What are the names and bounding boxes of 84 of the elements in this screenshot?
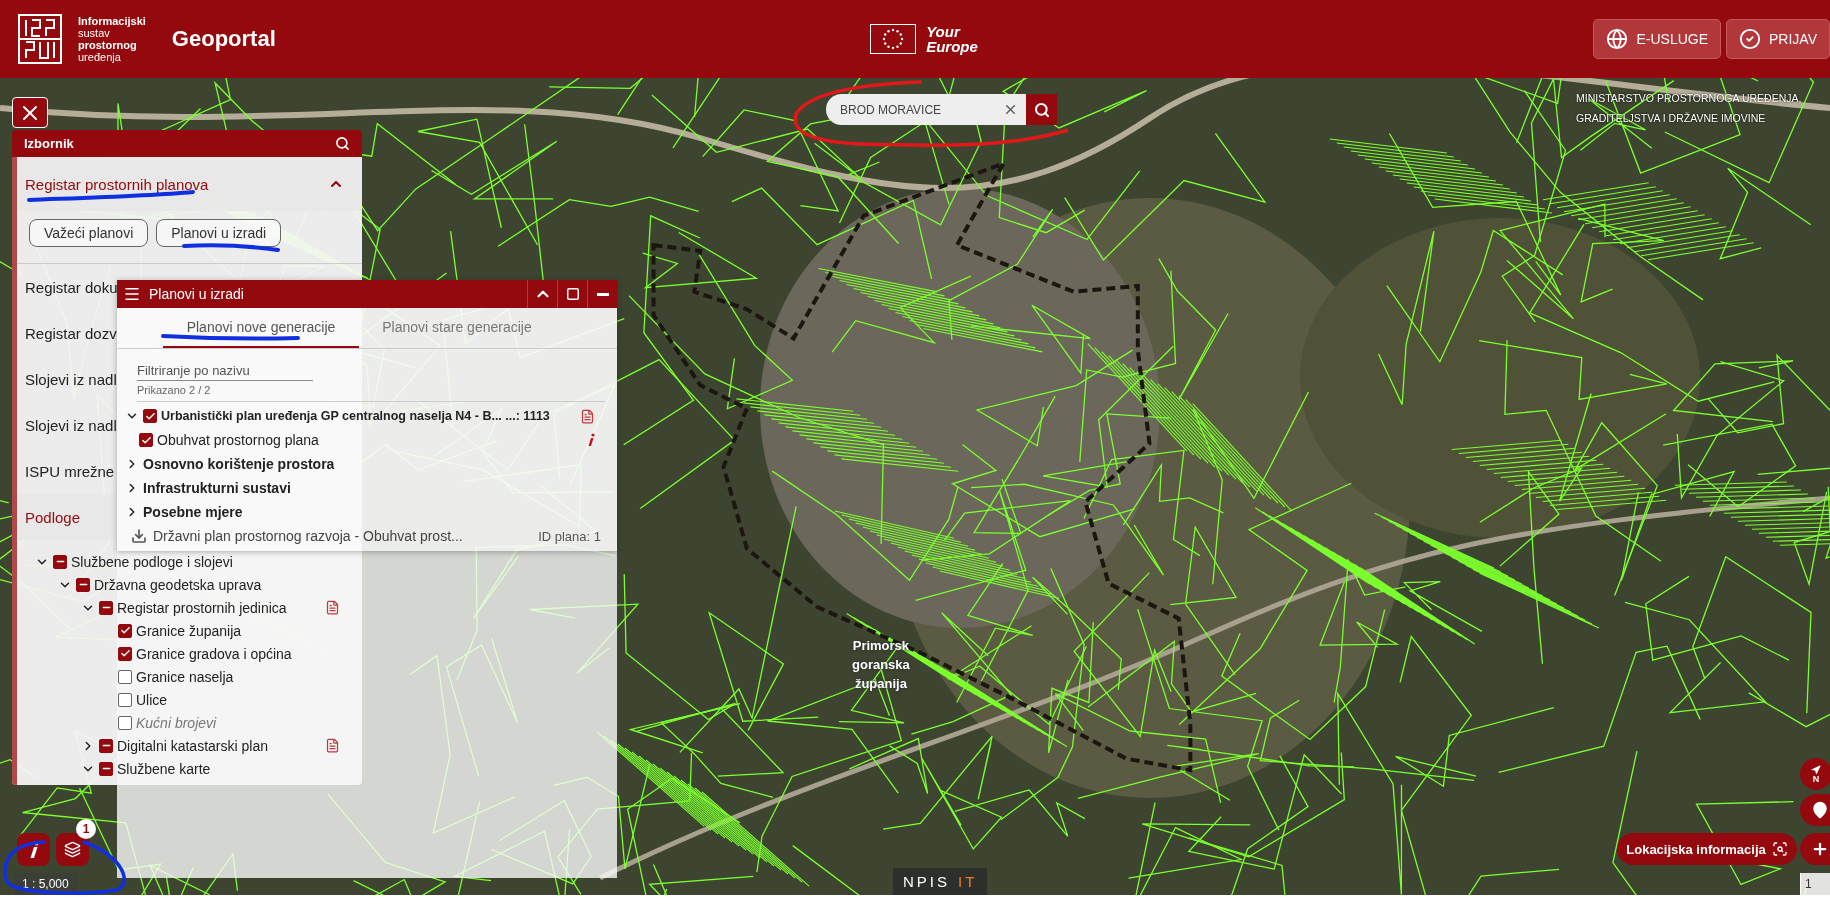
flag-icon xyxy=(870,24,917,54)
window-title: Planovi u izradi xyxy=(149,286,245,302)
clear-icon[interactable] xyxy=(1003,102,1018,117)
tree-item-label[interactable]: Registar prostornih jedinica xyxy=(117,599,321,616)
layer-label[interactable]: Ulice xyxy=(136,691,340,708)
scan-search-icon xyxy=(1771,841,1788,857)
scale-label: 1 xyxy=(1800,873,1830,895)
menu-section[interactable]: Registar prostornih planova xyxy=(17,157,362,211)
plan-name[interactable]: Urbanistički plan uređenja GP centralnog naselja N4 - B... ...: 1113 xyxy=(161,409,576,423)
checkbox[interactable] xyxy=(139,433,153,447)
check-circle-icon xyxy=(1739,28,1761,50)
layer-label[interactable]: Obuhvat prostornog plana xyxy=(157,432,583,448)
check-icon xyxy=(119,625,131,636)
download-icon[interactable] xyxy=(131,528,147,544)
checkbox[interactable] xyxy=(99,600,113,615)
document-icon[interactable] xyxy=(325,738,340,753)
globe-icon xyxy=(1606,28,1629,50)
location-info-button[interactable]: Lokacijska informacija xyxy=(1617,833,1797,865)
tree-item-label[interactable]: Digitalni katastarski plan xyxy=(117,737,321,754)
map-pin-icon xyxy=(1811,801,1829,819)
menu-item[interactable]: Podloge xyxy=(25,508,81,526)
logo-text: Informacijski xyxy=(78,15,146,27)
location-button[interactable] xyxy=(1800,794,1830,826)
scale-label: 1 : 5,000 xyxy=(14,873,77,895)
footer-logo: NPIS IT xyxy=(893,868,988,895)
filter-field[interactable]: Filtriranje po nazivu xyxy=(137,361,313,381)
menu-item[interactable]: Slojevi iz nadl xyxy=(25,416,117,434)
tab[interactable]: Planovi stare generacije xyxy=(359,308,555,348)
panel-title: Izbornik xyxy=(24,136,74,151)
logo-text: sustav xyxy=(78,27,111,39)
plan-name[interactable]: Državni plan prostornog razvoja - Obuhvat prost... xyxy=(153,528,533,544)
app-title: Geoportal xyxy=(171,26,276,52)
checkbox[interactable] xyxy=(118,669,132,684)
menu-item[interactable]: Slojevi iz nadl xyxy=(25,370,117,388)
header-button[interactable]: PRIJAV xyxy=(1726,19,1830,59)
minimize-icon xyxy=(596,292,609,296)
plans-button[interactable]: Važeći planovi xyxy=(29,219,149,247)
checkbox[interactable] xyxy=(118,646,132,661)
search-icon xyxy=(1033,101,1050,118)
checkbox[interactable] xyxy=(99,738,113,753)
logo-text: Your xyxy=(926,24,962,39)
logo-text: prostornog xyxy=(78,39,138,51)
checkbox[interactable] xyxy=(118,623,132,638)
close-button[interactable] xyxy=(12,97,48,128)
logo-text: uređenja xyxy=(78,51,122,63)
check-icon xyxy=(119,648,131,659)
menu-item[interactable]: Registar doku xyxy=(25,278,118,296)
plus-icon xyxy=(1811,840,1829,858)
plan-id: ID plana: 1 xyxy=(538,528,601,544)
info-icon[interactable] xyxy=(587,433,595,447)
logo-text: Europe xyxy=(926,39,978,54)
north-arrow-icon xyxy=(1811,764,1821,775)
tree-item-label[interactable]: Službene podloge i slojevi xyxy=(71,553,340,570)
tree-item-label[interactable]: Osnovno korištenje prostora xyxy=(143,456,595,472)
menu-item[interactable]: Registar dozv xyxy=(25,324,117,342)
menu-item[interactable]: ISPU mrežne xyxy=(25,462,115,480)
plans-button[interactable]: Planovi u izradi xyxy=(156,219,282,247)
layer-label[interactable]: Granice županija xyxy=(136,622,340,639)
layer-label[interactable]: Granice naselja xyxy=(136,668,340,685)
tree-item-label[interactable]: Službene karte xyxy=(117,760,340,777)
document-icon[interactable] xyxy=(580,408,595,424)
square-icon xyxy=(565,287,580,301)
zoom-in-button[interactable] xyxy=(1800,833,1830,865)
checkbox[interactable] xyxy=(118,692,132,707)
checkbox[interactable] xyxy=(143,409,157,423)
tree-item-label[interactable]: Državna geodetska uprava xyxy=(94,576,340,593)
checkbox[interactable] xyxy=(99,761,113,776)
search-icon[interactable] xyxy=(335,136,350,151)
checkbox[interactable] xyxy=(53,554,67,569)
tree-item-label[interactable]: Infrastrukturni sustavi xyxy=(143,480,595,496)
tree-item-label[interactable]: Posebne mjere xyxy=(143,504,595,520)
header-button[interactable]: E-USLUGE xyxy=(1593,19,1721,59)
layer-label[interactable]: Granice gradova i općina xyxy=(136,645,340,662)
menu-icon[interactable] xyxy=(123,285,141,303)
tab[interactable]: Planovi nove generacije xyxy=(163,308,359,348)
count-text: Prikazano 2 / 2 xyxy=(137,384,212,396)
layers-icon xyxy=(64,841,81,858)
check-icon xyxy=(144,410,156,422)
check-icon xyxy=(140,434,152,446)
search-field[interactable]: BROD MORAVICE xyxy=(826,94,1026,125)
checkbox[interactable] xyxy=(76,577,90,592)
document-icon[interactable] xyxy=(325,600,340,615)
search-button[interactable] xyxy=(1026,94,1057,125)
logo-icon xyxy=(18,14,62,64)
